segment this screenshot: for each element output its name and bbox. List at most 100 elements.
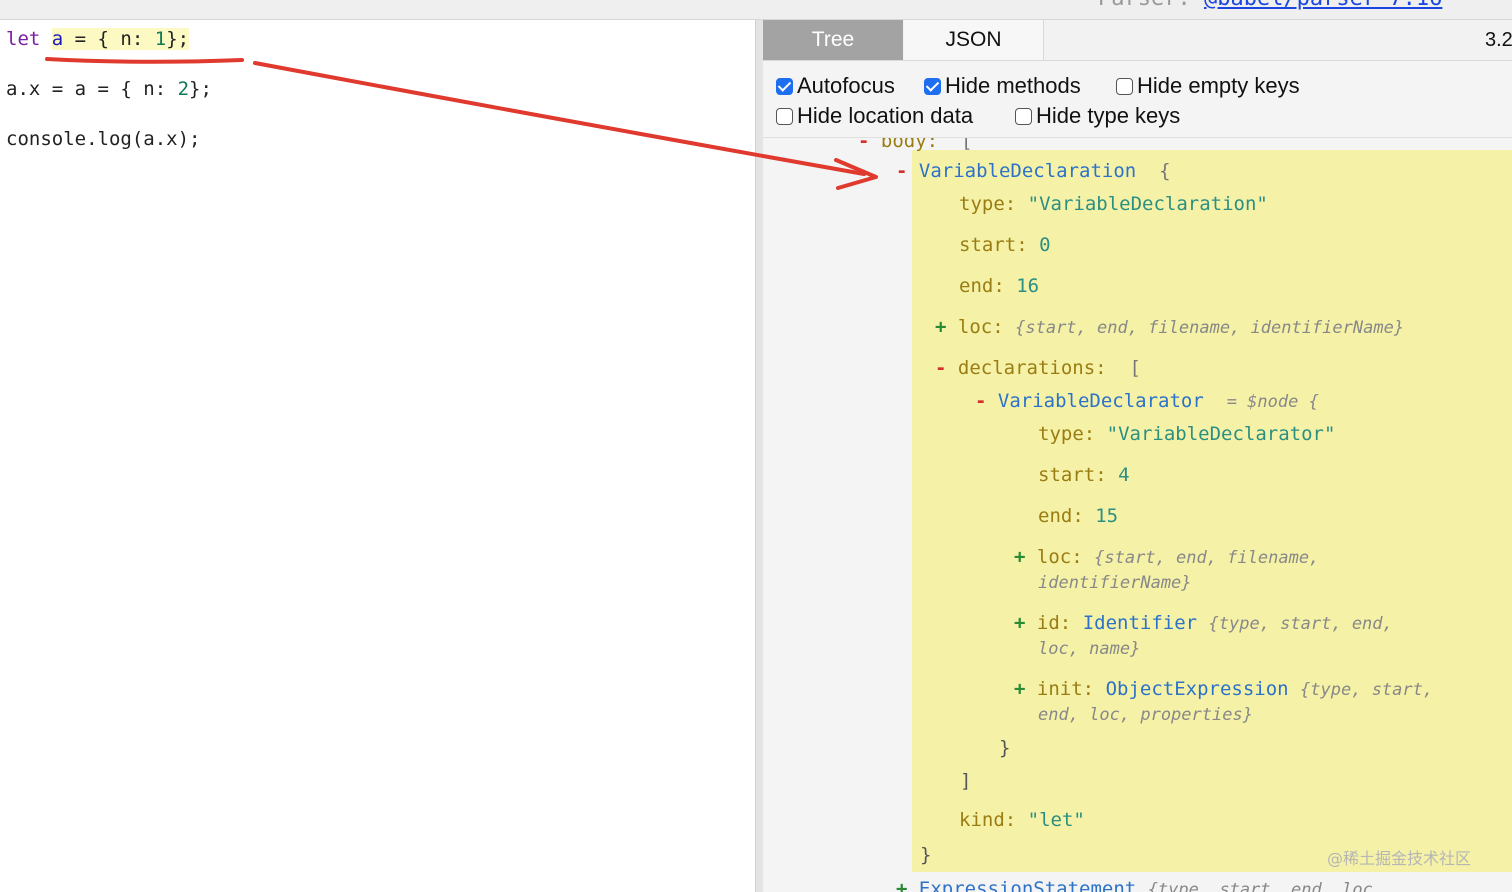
expand-toggle[interactable]: + (1014, 678, 1025, 700)
option-label: Autofocus (797, 73, 895, 98)
option-label: Hide empty keys (1137, 73, 1300, 98)
number-literal: 1 (154, 28, 167, 50)
value-start: 4 (1118, 464, 1130, 486)
option-hide-empty-keys[interactable]: Hide empty keys (1116, 73, 1300, 99)
tree-prop-loc[interactable]: + loc: {start, end, filename, identifier… (935, 314, 1404, 341)
key-type: type: (1038, 423, 1096, 445)
code-editor[interactable]: let a = { n: 1}; a.x = a = { n: 2}; cons… (0, 20, 755, 892)
hide-location-data-checkbox[interactable] (776, 107, 793, 125)
summary-loc-cont: identifierName} (1038, 573, 1192, 593)
tree-prop-type: type: "VariableDeclaration" (959, 191, 1268, 217)
expand-toggle[interactable]: + (935, 316, 946, 338)
option-label: Hide methods (945, 73, 1081, 98)
key-loc: loc: (1036, 546, 1083, 568)
option-label: Hide location data (797, 103, 974, 128)
hide-type-keys-checkbox[interactable] (1015, 107, 1032, 125)
value-end: 16 (1016, 275, 1040, 297)
tree-prop-start: start: 0 (959, 232, 1051, 258)
summary-id: {type, start, end, (1208, 614, 1393, 634)
summary-next: {type, start, end, loc (1147, 880, 1373, 892)
hide-empty-keys-checkbox[interactable] (1116, 77, 1133, 95)
bracket: [ (961, 138, 973, 152)
tree-expression-statement[interactable]: + ExpressionStatement {type, start, end,… (896, 876, 1373, 892)
collapse-toggle[interactable]: - (935, 357, 946, 379)
node-type-name[interactable]: ExpressionStatement (919, 878, 1136, 892)
node-type-name[interactable]: VariableDeclarator (998, 390, 1204, 412)
tree-vd-loc[interactable]: + loc: {start, end, filename, (1014, 544, 1319, 571)
option-label: Hide type keys (1036, 103, 1181, 128)
collapse-toggle[interactable]: - (896, 160, 907, 182)
value-type: "VariableDeclaration" (1027, 193, 1268, 215)
value-type: "VariableDeclarator" (1106, 423, 1336, 445)
summary-loc: {start, end, filename, (1094, 548, 1320, 568)
summary-init: {type, start, (1300, 680, 1434, 700)
key-type: type: (959, 193, 1017, 215)
tree-vd-type: type: "VariableDeclarator" (1038, 421, 1335, 447)
code-line-2[interactable]: a.x = a = { n: 2}; (6, 78, 212, 100)
summary-loc: {start, end, filename, identifierName} (1015, 318, 1405, 338)
parser-link[interactable]: @babel/parser-7.16 (1204, 0, 1442, 11)
option-hide-type-keys[interactable]: Hide type keys (1015, 103, 1180, 129)
ast-tree: - body: [ - VariableDeclaration { type: … (763, 138, 1512, 892)
tree-vd-end: end: 15 (1038, 503, 1118, 529)
output-tabs: Tree JSON 3.2 (763, 20, 1512, 61)
selected-node-highlight (912, 150, 1512, 872)
node-type-name[interactable]: ObjectExpression (1106, 678, 1289, 700)
bracket: [ (1129, 357, 1141, 379)
node-type-name[interactable]: VariableDeclaration (919, 160, 1136, 182)
code-text: }; (189, 78, 212, 100)
key-end: end: (959, 275, 1005, 297)
parser-info: Parser: @babel/parser-7.16 (1098, 0, 1442, 11)
brace: { (1159, 160, 1171, 182)
key-declarations: declarations: (957, 357, 1107, 379)
top-toolbar: Parser: @babel/parser-7.16 (0, 0, 1512, 20)
tree-vd-close: } (999, 737, 1011, 759)
watermark: @稀土掘金技术社区 (1327, 849, 1472, 868)
tree-body-row[interactable]: - body: [ (858, 138, 972, 154)
expand-toggle[interactable]: + (1014, 546, 1025, 568)
tree-vd-loc-wrap: identifierName} (1038, 569, 1192, 596)
tree-variable-declarator[interactable]: - VariableDeclarator = $node { (975, 388, 1319, 415)
summary-init-cont: end, loc, properties} (1038, 705, 1253, 725)
tree-variable-declaration[interactable]: - VariableDeclaration { (896, 158, 1171, 184)
value-end: 15 (1095, 505, 1119, 527)
key-init: init: (1036, 678, 1095, 700)
keyword-let: let (6, 28, 41, 50)
key-id: id: (1036, 612, 1072, 634)
tree-prop-declarations[interactable]: - declarations: [ (935, 355, 1141, 381)
option-autofocus[interactable]: Autofocus (776, 73, 895, 99)
tree-prop-end: end: 16 (959, 273, 1039, 299)
identifier-a: a (51, 28, 64, 50)
code-text: a.x = a = { n: (6, 78, 178, 100)
tree-vd-id[interactable]: + id: Identifier {type, start, end, (1014, 610, 1393, 637)
output-panel: Tree JSON 3.2 Autofocus Hide methods Hid… (763, 20, 1512, 892)
tab-tree[interactable]: Tree (763, 20, 903, 60)
code-text: }; (166, 28, 190, 50)
tree-vd-init[interactable]: + init: ObjectExpression {type, start, (1014, 676, 1433, 703)
code-line-1[interactable]: let a = { n: 1}; (6, 28, 190, 50)
value-kind: "let" (1027, 809, 1085, 831)
tree-vd-start: start: 4 (1038, 462, 1130, 488)
tree-prop-kind: kind: "let" (959, 807, 1085, 833)
option-hide-location-data[interactable]: Hide location data (776, 103, 973, 129)
key-kind: kind: (959, 809, 1017, 831)
key-body: body: (880, 138, 939, 152)
expand-toggle[interactable]: + (1014, 612, 1025, 634)
code-line-3[interactable]: console.log(a.x); (6, 128, 200, 150)
summary-id-cont: loc, name} (1038, 639, 1141, 659)
parser-label: Parser: (1098, 0, 1191, 11)
tree-decls-close: ] (960, 770, 972, 792)
tree-vd-id-wrap: loc, name} (1038, 635, 1140, 662)
tab-json[interactable]: JSON (904, 20, 1044, 60)
hide-methods-checkbox[interactable] (924, 77, 941, 95)
key-start: start: (959, 234, 1028, 256)
node-ref: = $node { (1226, 392, 1319, 412)
autofocus-checkbox[interactable] (776, 77, 793, 95)
option-hide-methods[interactable]: Hide methods (924, 73, 1081, 99)
parse-time: 3.2 (1485, 29, 1512, 51)
node-type-name[interactable]: Identifier (1083, 612, 1197, 634)
tree-decl-close: } (920, 844, 932, 866)
collapse-toggle[interactable]: - (975, 390, 986, 412)
number-literal: 2 (177, 78, 190, 100)
value-start: 0 (1039, 234, 1051, 256)
